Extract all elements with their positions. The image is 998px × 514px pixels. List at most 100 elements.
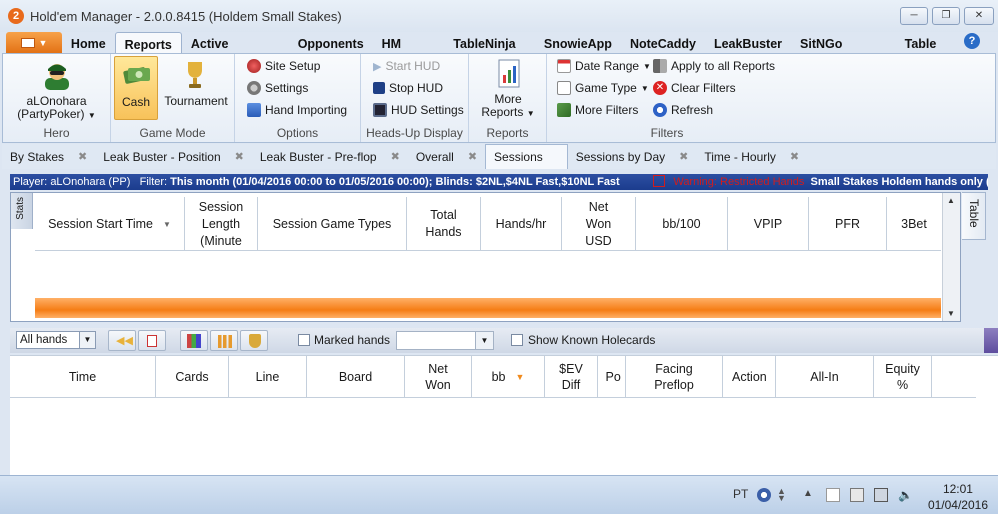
volume-icon[interactable]: 🔈	[898, 488, 913, 502]
column-header[interactable]: Board	[307, 356, 405, 398]
tournament-button[interactable]: Tournament	[161, 56, 231, 120]
refresh-button[interactable]: Refresh	[653, 103, 713, 117]
site-setup-button[interactable]: Site Setup	[247, 59, 320, 73]
cash-button[interactable]: Cash	[114, 56, 158, 120]
column-header[interactable]: Total Hands	[407, 197, 481, 251]
scroll-up-icon[interactable]: ▲	[947, 196, 955, 205]
column-header[interactable]: 3Bet	[887, 197, 941, 251]
chevron-down-icon[interactable]: ▼	[79, 332, 95, 348]
report-tab-time-hourly[interactable]: Time - Hourly ✖	[696, 144, 807, 169]
tab-snowieapp[interactable]: SnowieApp	[535, 32, 621, 54]
column-header[interactable]: Net Won USD	[562, 197, 636, 251]
awards-button[interactable]	[240, 330, 268, 351]
more-filters-button[interactable]: More Filters	[557, 103, 638, 117]
column-header[interactable]: Time	[10, 356, 156, 398]
tab-active-session[interactable]: Active Session	[182, 32, 289, 75]
start-hud-button[interactable]: ▶ Start HUD	[373, 59, 440, 73]
clear-filters-button[interactable]: ✕ Clear Filters	[653, 81, 736, 95]
report-tab-sessions[interactable]: Sessions	[485, 144, 568, 169]
column-header[interactable]: Net Won	[405, 356, 472, 398]
column-header[interactable]: Equity %	[874, 356, 932, 398]
hero-group: aLOnohara (PartyPoker) ▼ Hero	[3, 54, 111, 142]
marked-hands-checkbox[interactable]	[298, 334, 310, 346]
tab-table-scanner[interactable]: Table Scanner	[896, 32, 998, 75]
close-icon[interactable]: ✖	[679, 145, 688, 169]
hero-player-name[interactable]: aLOnohara	[3, 94, 110, 108]
column-header[interactable]: Facing Preflop	[626, 356, 723, 398]
column-header[interactable]: Hands/hr	[481, 197, 562, 251]
tab-notecaddy[interactable]: NoteCaddy	[621, 32, 705, 54]
play-icon: ▶	[373, 60, 382, 73]
column-header[interactable]: PFR	[809, 197, 887, 251]
warning-checkbox[interactable]	[653, 175, 666, 187]
tab-leakbuster[interactable]: LeakBuster	[705, 32, 791, 54]
tab-reports[interactable]: Reports	[114, 32, 182, 54]
column-header[interactable]: bb/100	[636, 197, 728, 251]
stop-hud-button[interactable]: Stop HUD	[373, 81, 443, 95]
cards-view-button[interactable]	[138, 330, 166, 351]
column-header[interactable]: Session Game Types	[258, 197, 407, 251]
date-range-button[interactable]: Date Range ▼	[557, 59, 651, 73]
close-icon[interactable]: ✕	[964, 7, 994, 25]
hands-filter-select[interactable]: All hands ▼	[16, 331, 96, 349]
close-icon[interactable]: ✖	[468, 145, 477, 169]
app-tray-icon[interactable]	[757, 488, 771, 502]
network-icon[interactable]	[874, 488, 888, 502]
system-clock[interactable]: 12:01 01/04/2016	[928, 481, 988, 513]
hands-grid-header: Time Cards Line Board Net Won bb ▼ $EV Di…	[10, 356, 976, 398]
safely-remove-icon[interactable]	[850, 488, 864, 502]
tab-sitngo-wizard[interactable]: SitNGo Wizard	[791, 32, 896, 75]
column-header[interactable]: Po	[598, 356, 626, 398]
marked-hands-select[interactable]: ▼	[396, 331, 494, 350]
close-icon[interactable]: ✖	[391, 145, 400, 169]
column-header[interactable]: VPIP	[728, 197, 809, 251]
vertical-scrollbar[interactable]: ▲ ▼	[942, 193, 960, 321]
close-icon[interactable]: ✖	[78, 145, 87, 169]
stats-side-tab[interactable]: Stats	[11, 193, 33, 229]
report-tab-leak-position[interactable]: Leak Buster - Position ✖	[95, 144, 252, 169]
flag-icon[interactable]	[826, 488, 840, 502]
more-reports-button[interactable]: More Reports ▼	[473, 56, 543, 120]
hero-site[interactable]: (PartyPoker) ▼	[3, 107, 110, 121]
help-icon[interactable]: ?	[964, 33, 980, 49]
scroll-down-icon[interactable]: ▼	[947, 309, 955, 318]
column-header[interactable]: All-In	[776, 356, 874, 398]
tab-tableninja[interactable]: TableNinja 2	[444, 32, 535, 75]
grid-view-button[interactable]	[180, 330, 208, 351]
table-side-tab[interactable]: Table	[962, 192, 986, 240]
restore-icon[interactable]: ❐	[932, 7, 960, 25]
replay-button[interactable]: ◀◀	[108, 330, 136, 351]
report-tab-leak-preflop[interactable]: Leak Buster - Pre-flop ✖	[252, 144, 408, 169]
application-menu-button[interactable]: ▼	[6, 32, 62, 54]
chart-view-button[interactable]	[210, 330, 238, 351]
updown-arrows-icon[interactable]: ▲ ▼	[777, 487, 791, 503]
close-icon[interactable]: ✖	[790, 145, 799, 169]
tab-hm-apps[interactable]: HM Apps	[373, 32, 445, 75]
hand-importing-button[interactable]: Hand Importing	[247, 103, 347, 117]
apply-all-reports-button[interactable]: Apply to all Reports	[653, 59, 775, 73]
show-known-holecards-checkbox[interactable]	[511, 334, 523, 346]
column-header[interactable]: $EV Diff	[545, 356, 598, 398]
report-tab-sessions-by-day[interactable]: Sessions by Day ✖	[568, 144, 697, 169]
settings-button[interactable]: Settings	[247, 81, 308, 95]
report-tab-by-stakes[interactable]: By Stakes ✖	[2, 144, 95, 169]
language-indicator[interactable]: PT	[733, 487, 748, 501]
hero-avatar[interactable]	[41, 58, 73, 90]
show-hidden-icons-icon[interactable]: ▲	[803, 488, 817, 502]
column-header[interactable]: Session Start Time ▼	[35, 197, 185, 251]
column-header[interactable]: Action	[723, 356, 776, 398]
minimize-icon[interactable]: ─	[900, 7, 928, 25]
hand-importing-label: Hand Importing	[265, 103, 348, 117]
column-header[interactable]: bb ▼	[472, 356, 545, 398]
chevron-down-icon[interactable]: ▼	[475, 332, 493, 349]
tab-home[interactable]: Home	[62, 32, 115, 54]
close-icon[interactable]: ✖	[235, 145, 244, 169]
column-header[interactable]: Session Length (Minute	[185, 197, 258, 251]
hud-settings-button[interactable]: HUD Settings	[373, 103, 464, 117]
column-header[interactable]: Cards	[156, 356, 229, 398]
column-header[interactable]: Line	[229, 356, 307, 398]
filter-dropdown-icon[interactable]: ▼	[163, 216, 171, 233]
report-tab-overall[interactable]: Overall ✖	[408, 144, 485, 169]
game-type-button[interactable]: Game Type ▼	[557, 81, 649, 95]
tab-opponents[interactable]: Opponents	[289, 32, 373, 54]
